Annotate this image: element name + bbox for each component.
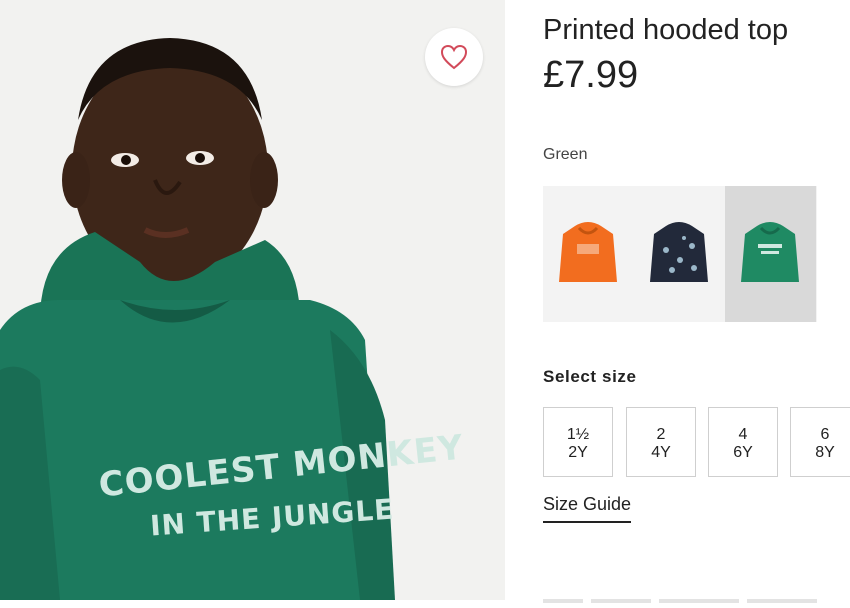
- size-option-2-4y[interactable]: 2 4Y: [626, 407, 696, 477]
- color-swatch-list: [543, 186, 817, 322]
- favorite-button[interactable]: [425, 28, 483, 86]
- truncated-description: [543, 590, 843, 603]
- product-price: £7.99: [543, 54, 639, 96]
- product-title: Printed hooded top: [543, 14, 789, 46]
- hoodie-thumb-green: [741, 222, 799, 282]
- hoodie-thumb-navy: [650, 222, 708, 282]
- size-option-line2: 8Y: [815, 444, 835, 461]
- size-option-line1: 4: [738, 426, 748, 443]
- product-photo-illustration: COOLEST MONKEY IN THE JUNGLE: [0, 0, 505, 600]
- size-option-line1: 6: [820, 426, 830, 443]
- heart-icon: [440, 44, 468, 70]
- selected-color-label: Green: [543, 146, 588, 163]
- size-option-line2: 2Y: [568, 444, 588, 461]
- size-option-1-5-2y[interactable]: 1½ 2Y: [543, 407, 613, 477]
- size-option-4-6y[interactable]: 4 6Y: [708, 407, 778, 477]
- swatch-orange[interactable]: [543, 186, 634, 322]
- size-option-line2: 6Y: [733, 444, 753, 461]
- size-option-line2: 4Y: [651, 444, 671, 461]
- swatch-green[interactable]: [725, 186, 816, 322]
- size-option-line1: 1½: [566, 426, 590, 443]
- size-option-6-8y[interactable]: 6 8Y: [790, 407, 850, 477]
- select-size-label: Select size: [543, 367, 637, 386]
- size-option-line1: 2: [656, 426, 666, 443]
- swatch-navy-print[interactable]: [634, 186, 725, 322]
- size-guide-link[interactable]: Size Guide: [543, 494, 632, 523]
- product-image: COOLEST MONKEY IN THE JUNGLE: [0, 0, 505, 600]
- hoodie-thumb-orange: [559, 222, 617, 282]
